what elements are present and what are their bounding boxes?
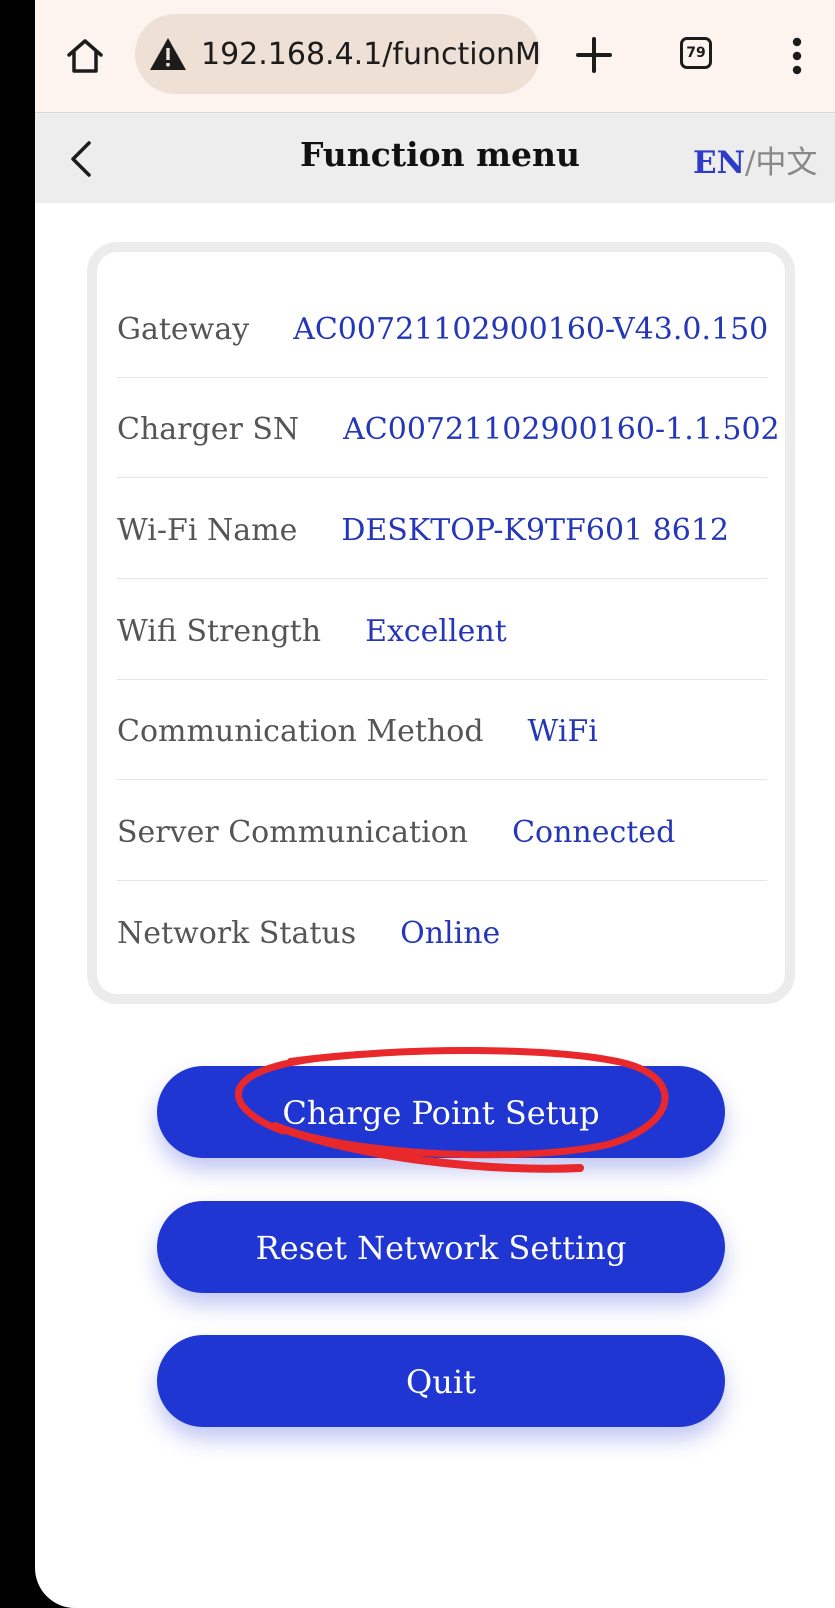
info-row-gateway: Gateway AC00721102900160-V43.0.150 — [117, 278, 769, 378]
network-status-value: Online — [400, 915, 501, 951]
more-vert-icon[interactable] — [785, 36, 809, 76]
url-text: 192.168.4.1/functionM — [201, 36, 540, 72]
tabs-icon[interactable]: 79 — [680, 37, 712, 69]
info-row-server-communication: Server Communication Connected — [117, 781, 767, 881]
reset-network-setting-button[interactable]: Reset Network Setting — [157, 1201, 725, 1293]
plus-icon[interactable] — [575, 36, 613, 74]
server-communication-value: Connected — [512, 815, 676, 850]
info-row-charger-sn: Charger SN AC00721102900160-1.1.502 — [117, 378, 780, 478]
wifi-name-value: DESKTOP-K9TF601 8612 — [341, 513, 729, 548]
browser-toolbar: 192.168.4.1/functionM 79 — [35, 0, 835, 112]
wifi-strength-value: Excellent — [365, 614, 507, 649]
page-header: Function menu EN/中文 — [35, 112, 835, 203]
language-switcher: EN/中文 — [693, 137, 817, 182]
wifi-strength-label: Wifi Strength — [117, 614, 322, 649]
charger-sn-label: Charger SN — [117, 412, 300, 447]
quit-button[interactable]: Quit — [157, 1335, 725, 1427]
info-row-wifi-name: Wi-Fi Name DESKTOP-K9TF601 8612 — [117, 479, 767, 579]
home-icon[interactable] — [65, 36, 105, 76]
info-row-wifi-strength: Wifi Strength Excellent — [117, 580, 767, 680]
info-row-network-status: Network Status Online — [117, 881, 767, 981]
lang-separator: / — [744, 145, 756, 181]
gateway-value: AC00721102900160-V43.0.150 — [293, 312, 769, 347]
communication-method-label: Communication Method — [117, 714, 484, 749]
address-bar[interactable]: 192.168.4.1/functionM — [135, 14, 540, 94]
lang-zh-option[interactable]: 中文 — [755, 145, 817, 181]
communication-method-value: WiFi — [527, 714, 598, 749]
lang-en-option[interactable]: EN — [693, 145, 745, 181]
warning-icon[interactable] — [149, 36, 187, 72]
gateway-label: Gateway — [117, 312, 250, 347]
charger-sn-value: AC00721102900160-1.1.502 — [343, 412, 780, 447]
charge-point-setup-button[interactable]: Charge Point Setup — [157, 1066, 725, 1158]
server-communication-label: Server Communication — [117, 815, 469, 850]
network-status-label: Network Status — [117, 915, 357, 951]
device-info-card: Gateway AC00721102900160-V43.0.150 Charg… — [87, 242, 795, 1004]
info-row-communication-method: Communication Method WiFi — [117, 680, 767, 780]
app-screen: 192.168.4.1/functionM 79 Function menu E… — [35, 0, 835, 1608]
wifi-name-label: Wi-Fi Name — [117, 513, 298, 548]
